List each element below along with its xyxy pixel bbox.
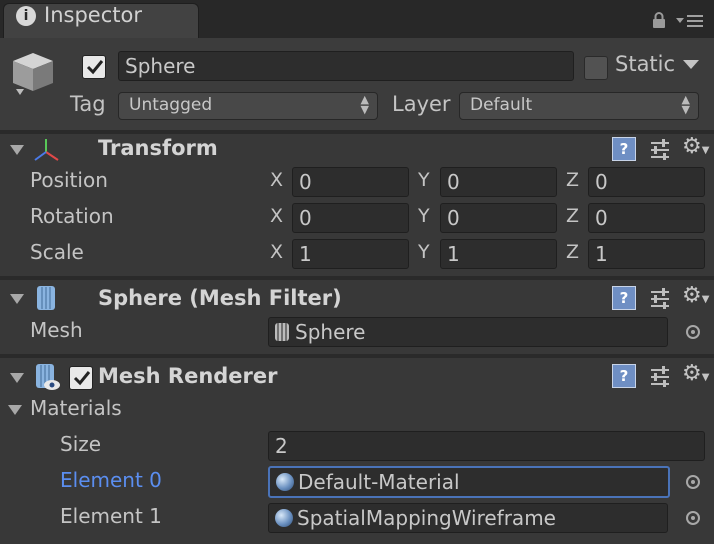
size-label: Size — [60, 432, 102, 456]
rotation-z-label[interactable]: Z — [566, 205, 579, 227]
help-icon[interactable]: ? — [612, 286, 636, 310]
transform-title: Transform — [98, 136, 218, 160]
element-1-label: Element 1 — [60, 504, 162, 528]
mesh-label: Mesh — [30, 318, 83, 342]
mesh-renderer-enabled-checkbox[interactable] — [69, 366, 93, 390]
mesh-object-field[interactable]: Sphere — [268, 317, 668, 347]
scale-z-field[interactable]: 1 — [588, 239, 705, 269]
element-0-material-field[interactable]: Default-Material — [268, 466, 670, 498]
updown-arrow-icon: ▲ ▼ — [681, 93, 690, 116]
position-y-field[interactable]: 0 — [440, 167, 557, 197]
section-divider — [0, 276, 714, 280]
position-x-label[interactable]: X — [270, 169, 283, 191]
scale-y-field[interactable]: 1 — [440, 239, 557, 269]
position-y-label[interactable]: Y — [418, 169, 430, 191]
mesh-renderer-title: Mesh Renderer — [98, 364, 278, 388]
element-1-value: SpatialMappingWireframe — [297, 506, 556, 530]
updown-arrow-icon: ▲ ▼ — [360, 93, 369, 116]
tag-label: Tag — [70, 92, 106, 116]
scale-x-field[interactable]: 1 — [292, 239, 409, 269]
position-z-field[interactable]: 0 — [588, 167, 705, 197]
element-0-label: Element 0 — [60, 468, 162, 492]
help-icon[interactable]: ? — [612, 364, 636, 388]
object-picker-icon[interactable] — [686, 325, 700, 339]
position-z-label[interactable]: Z — [566, 169, 579, 191]
rotation-y-label[interactable]: Y — [418, 205, 430, 227]
position-label: Position — [30, 168, 108, 192]
rotation-x-label[interactable]: X — [270, 205, 283, 227]
help-icon[interactable]: ? — [612, 137, 636, 161]
mesh-renderer-foldout-arrow[interactable] — [10, 373, 24, 383]
element-0-value: Default-Material — [298, 470, 460, 494]
scale-y-label[interactable]: Y — [418, 241, 430, 263]
static-dropdown-icon[interactable] — [682, 59, 700, 71]
mesh-filter-foldout-arrow[interactable] — [10, 294, 24, 304]
element-1-material-field[interactable]: SpatialMappingWireframe — [268, 503, 668, 533]
tag-dropdown[interactable]: Untagged ▲ ▼ — [118, 92, 378, 120]
material-sphere-icon — [275, 509, 293, 527]
tag-value: Untagged — [129, 95, 213, 115]
rotation-z-field[interactable]: 0 — [588, 203, 705, 233]
preset-sliders-icon[interactable] — [649, 138, 671, 160]
materials-foldout-arrow[interactable] — [8, 405, 22, 415]
rotation-x-field[interactable]: 0 — [292, 203, 409, 233]
material-sphere-icon — [276, 473, 294, 491]
object-picker-icon[interactable] — [686, 511, 700, 525]
mesh-filter-icon — [37, 286, 55, 310]
gameobject-cube-icon — [13, 53, 53, 95]
mesh-value: Sphere — [295, 320, 366, 344]
layer-label: Layer — [392, 92, 451, 116]
scale-x-label[interactable]: X — [270, 241, 283, 263]
preset-sliders-icon[interactable] — [649, 287, 671, 309]
object-picker-icon[interactable] — [686, 475, 700, 489]
section-divider — [0, 130, 714, 134]
mesh-filter-title: Sphere (Mesh Filter) — [98, 286, 342, 310]
layer-dropdown[interactable]: Default ▲ ▼ — [459, 92, 699, 120]
info-icon: i — [16, 6, 36, 26]
mesh-icon — [275, 323, 289, 341]
rotation-label: Rotation — [30, 204, 114, 228]
layer-value: Default — [470, 95, 533, 115]
lock-icon[interactable] — [652, 12, 666, 28]
static-checkbox[interactable] — [584, 56, 608, 80]
settings-gear-icon[interactable]: ⚙▼ — [682, 284, 712, 308]
tab-menu-icon[interactable] — [675, 12, 705, 28]
object-name-input[interactable]: Sphere — [118, 51, 574, 81]
tab-title: Inspector — [44, 3, 142, 27]
settings-gear-icon[interactable]: ⚙▼ — [682, 362, 712, 386]
transform-axes-icon — [34, 139, 59, 161]
materials-label[interactable]: Materials — [30, 396, 122, 420]
mesh-renderer-icon — [36, 364, 60, 390]
static-label: Static — [615, 52, 676, 76]
preset-sliders-icon[interactable] — [649, 365, 671, 387]
transform-foldout-arrow[interactable] — [10, 145, 24, 155]
section-divider — [0, 354, 714, 358]
scale-z-label[interactable]: Z — [566, 241, 579, 263]
rotation-y-field[interactable]: 0 — [440, 203, 557, 233]
settings-gear-icon[interactable]: ⚙▼ — [682, 135, 712, 159]
materials-size-field[interactable]: 2 — [268, 431, 705, 461]
position-x-field[interactable]: 0 — [292, 167, 409, 197]
scale-label: Scale — [30, 240, 84, 264]
object-active-checkbox[interactable] — [82, 55, 106, 79]
